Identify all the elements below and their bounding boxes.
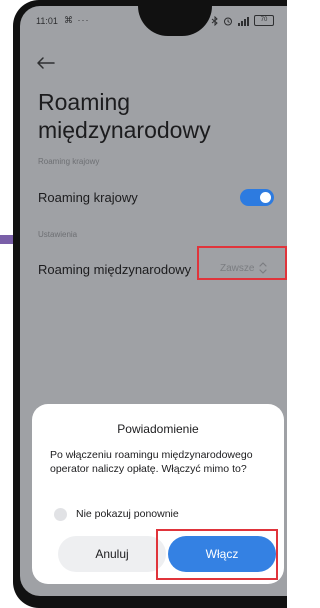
dont-show-again-row[interactable]: Nie pokazuj ponownie bbox=[54, 506, 254, 524]
dialog-title: Powiadomienie bbox=[117, 422, 199, 436]
dont-show-again-checkbox[interactable] bbox=[54, 508, 67, 521]
signal-icon bbox=[238, 16, 249, 26]
domestic-roaming-toggle[interactable] bbox=[240, 189, 274, 206]
cancel-button[interactable]: Anuluj bbox=[58, 536, 166, 572]
dont-show-again-label: Nie pokazuj ponownie bbox=[76, 508, 179, 520]
value-highlight-box bbox=[197, 246, 287, 280]
battery-icon: 70 bbox=[254, 15, 274, 26]
domestic-roaming-label: Roaming krajowy bbox=[38, 190, 138, 205]
section-header-domestic: Roaming krajowy bbox=[38, 157, 100, 166]
domestic-roaming-row[interactable]: Roaming krajowy bbox=[26, 176, 281, 220]
international-roaming-label: Roaming międzynarodowy bbox=[38, 262, 192, 277]
page-title: Roaming międzynarodowy bbox=[38, 89, 211, 143]
alarm-icon bbox=[224, 17, 232, 25]
toggle-knob bbox=[260, 192, 271, 203]
bluetooth-icon bbox=[211, 15, 218, 26]
section-header-settings: Ustawienia bbox=[38, 230, 78, 239]
dialog-message: Po włączeniu roamingu międzynarodowego o… bbox=[50, 449, 253, 475]
enable-button-highlight-box bbox=[156, 529, 278, 580]
back-arrow-icon[interactable] bbox=[36, 56, 56, 70]
notification-icons: ⌘ ··· bbox=[64, 15, 90, 25]
status-time: 11:01 bbox=[36, 16, 58, 26]
